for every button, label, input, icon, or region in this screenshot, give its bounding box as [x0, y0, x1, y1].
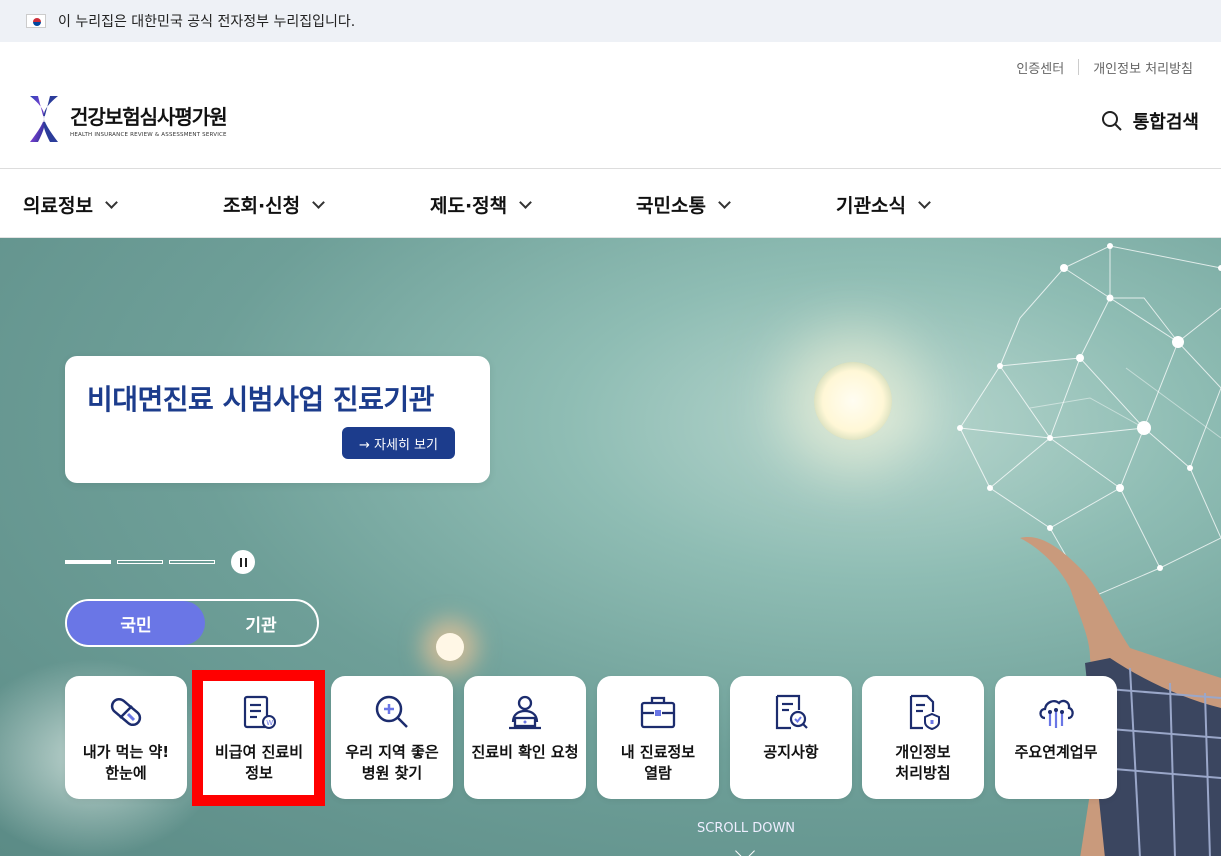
chevron-down-icon	[718, 195, 731, 209]
gov-banner-text: 이 누리집은 대한민국 공식 전자정부 누리집입니다.	[58, 14, 356, 30]
quick-menu-notices[interactable]: 공지사항	[730, 676, 852, 799]
search-icon	[1101, 111, 1122, 131]
quick-menu-label: 내가 먹는 약! 한눈에	[82, 743, 170, 782]
main-nav: 의료정보 조회·신청 제도·정책 국민소통 기관소식	[0, 169, 1221, 238]
pill-icon	[110, 697, 142, 727]
hero-section: 비대면진료 시범사업 진료기관 → 자세히 보기 국민 기관 내가 먹는 약! …	[0, 238, 1221, 856]
chevron-down-icon	[105, 195, 118, 209]
quick-menu-label: 주요연계업무	[1014, 743, 1098, 761]
fee-document-icon: W	[243, 695, 276, 729]
quick-menu-my-medication[interactable]: 내가 먹는 약! 한눈에	[65, 676, 187, 799]
shield-document-icon	[909, 694, 940, 731]
toggle-option-institution[interactable]: 기관	[205, 601, 317, 645]
quick-menu-privacy-policy[interactable]: 개인정보 처리방침	[862, 676, 984, 799]
quick-menu-label: 내 진료정보 열람	[620, 743, 696, 782]
quick-menu-find-hospital[interactable]: 우리 지역 좋은 병원 찾기	[331, 676, 453, 799]
site-logo[interactable]: 건강보험심사평가원 HEALTH INSURANCE REVIEW & ASSE…	[26, 94, 228, 144]
quick-menu-non-covered-fees[interactable]: W 비급여 진료비 정보	[198, 676, 320, 799]
slide-indicator-1[interactable]	[65, 560, 111, 564]
korea-flag-icon	[26, 14, 46, 28]
chevron-down-icon	[735, 841, 755, 856]
light-glow-decoration	[436, 633, 464, 661]
toggle-option-citizen[interactable]: 국민	[67, 601, 205, 645]
audience-toggle: 국민 기관	[65, 599, 319, 647]
slide-indicator-3[interactable]	[169, 560, 215, 564]
cloud-link-icon	[1039, 699, 1074, 728]
quick-menu-fee-check-request[interactable]: 진료비 확인 요청	[464, 676, 586, 799]
logo-mark-icon	[30, 96, 58, 142]
nav-item-communication[interactable]: 국민소통	[636, 191, 731, 218]
briefcase-icon	[640, 696, 676, 729]
document-search-icon	[775, 694, 808, 730]
chevron-down-icon	[312, 195, 326, 209]
integrated-search-button[interactable]: 통합검색	[1101, 108, 1199, 134]
utility-links: 인증센터 개인정보 처리방침	[1002, 58, 1207, 77]
view-details-button[interactable]: → 자세히 보기	[342, 427, 455, 459]
nav-item-news[interactable]: 기관소식	[836, 191, 931, 218]
nav-item-medical-info[interactable]: 의료정보	[23, 191, 118, 218]
quick-menu-label: 진료비 확인 요청	[471, 743, 579, 761]
util-link-privacy[interactable]: 개인정보 처리방침	[1079, 58, 1207, 77]
nav-item-label: 조회·신청	[223, 195, 301, 217]
nav-item-label: 의료정보	[23, 195, 93, 217]
nav-item-policy[interactable]: 제도·정책	[430, 191, 533, 218]
search-plus-icon	[375, 695, 408, 728]
sun-glow-decoration	[814, 362, 892, 440]
quick-menu-label: 비급여 진료비 정보	[214, 743, 304, 782]
promo-card: 비대면진료 시범사업 진료기관 → 자세히 보기	[65, 356, 490, 483]
nav-item-label: 기관소식	[836, 195, 906, 217]
person-laptop-icon	[509, 695, 541, 730]
quick-menu-label: 공지사항	[763, 743, 819, 761]
quick-menu-label: 개인정보 처리방침	[895, 743, 951, 782]
search-label: 통합검색	[1132, 112, 1199, 133]
pause-icon[interactable]	[231, 550, 255, 574]
quick-menu-linked-services[interactable]: 주요연계업무	[995, 676, 1117, 799]
site-header: 인증센터 개인정보 처리방침 건강보험심사평가원 HEALTH INSURANC…	[0, 42, 1221, 169]
logo-name-ko: 건강보험심사평가원	[70, 104, 228, 129]
quick-menu-my-medical-records[interactable]: 내 진료정보 열람	[597, 676, 719, 799]
promo-title: 비대면진료 시범사업 진료기관	[87, 383, 434, 416]
scroll-down-label[interactable]: SCROLL DOWN	[697, 821, 795, 836]
nav-item-label: 제도·정책	[430, 195, 508, 217]
nav-item-lookup-apply[interactable]: 조회·신청	[223, 191, 326, 218]
gov-banner: 이 누리집은 대한민국 공식 전자정부 누리집입니다.	[0, 0, 1221, 42]
slide-indicator-2[interactable]	[117, 560, 163, 564]
svg-text:W: W	[266, 719, 273, 727]
slider-indicator	[65, 550, 255, 574]
logo-name-en: HEALTH INSURANCE REVIEW & ASSESSMENT SER…	[70, 131, 227, 138]
chevron-down-icon	[519, 195, 533, 209]
util-link-auth-center[interactable]: 인증센터	[1002, 58, 1078, 77]
nav-item-label: 국민소통	[636, 195, 706, 217]
quick-menu-label: 우리 지역 좋은 병원 찾기	[345, 743, 439, 782]
chevron-down-icon	[918, 195, 931, 209]
